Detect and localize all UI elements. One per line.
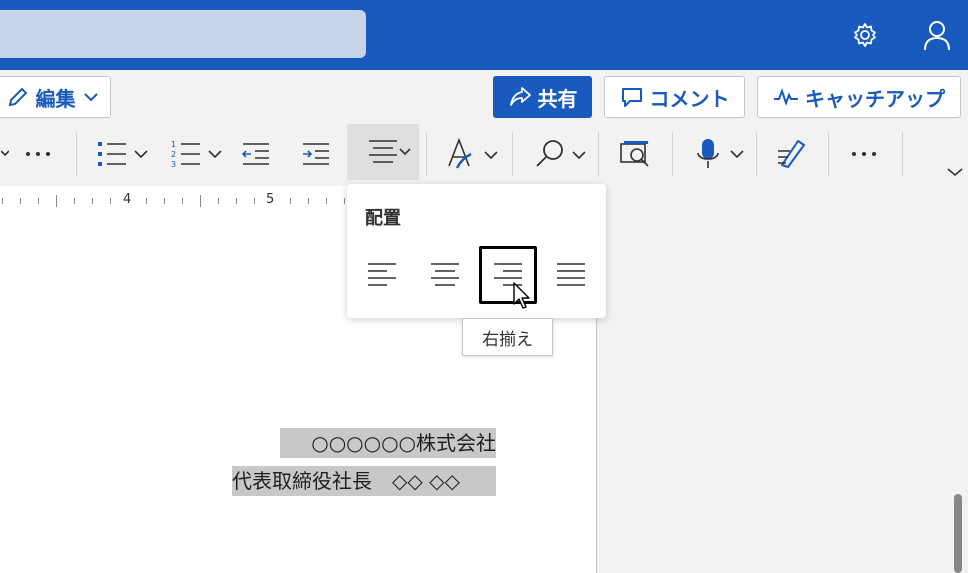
share-button[interactable]: 共有	[493, 76, 592, 118]
bullet-list-icon[interactable]	[90, 132, 152, 176]
align-left-icon	[368, 263, 396, 286]
justify-button[interactable]	[542, 246, 600, 304]
designer-icon[interactable]	[770, 132, 814, 176]
divider	[756, 132, 757, 176]
title-bar	[0, 0, 968, 70]
svg-text:3: 3	[171, 160, 176, 169]
chevron-down-icon	[83, 93, 98, 102]
comment-button[interactable]: コメント	[604, 76, 745, 118]
tooltip: 右揃え	[462, 318, 553, 356]
more-icon[interactable]	[18, 136, 58, 172]
popup-title: 配置	[365, 208, 401, 229]
align-left-button[interactable]	[353, 246, 411, 304]
divider	[512, 132, 513, 176]
comment-icon	[621, 88, 642, 107]
dictate-icon[interactable]	[688, 132, 746, 176]
share-icon	[509, 87, 531, 106]
ribbon: 1 2 3	[0, 124, 968, 182]
ruler-mark: 4	[123, 192, 132, 207]
divider	[76, 132, 77, 176]
share-label: 共有	[537, 86, 578, 111]
editor-icon[interactable]	[612, 132, 658, 176]
cursor-icon	[513, 282, 533, 314]
more-icon[interactable]	[844, 136, 884, 172]
document-line[interactable]: 代表取締役社長 ◇◇ ◇◇	[232, 466, 496, 496]
pencil-icon	[8, 87, 27, 107]
person-icon[interactable]	[918, 16, 956, 54]
align-popup: 配置	[347, 184, 606, 318]
align-center-icon	[431, 263, 459, 286]
divider	[902, 132, 903, 176]
activity-icon	[774, 88, 798, 106]
gear-icon[interactable]	[846, 16, 884, 54]
find-icon[interactable]	[530, 132, 590, 176]
catchup-button[interactable]: キャッチアップ	[757, 76, 961, 118]
svg-text:1: 1	[171, 140, 176, 149]
vertical-scrollbar[interactable]	[954, 494, 962, 573]
chevron-down-icon[interactable]	[944, 162, 966, 182]
chevron-down-icon[interactable]	[0, 136, 10, 172]
comment-label: コメント	[649, 86, 730, 111]
divider	[672, 132, 673, 176]
catchup-label: キャッチアップ	[805, 86, 945, 111]
align-icon[interactable]	[347, 124, 419, 180]
ruler-mark: 5	[266, 192, 275, 207]
justify-icon	[557, 263, 585, 286]
divider	[598, 132, 599, 176]
numbered-list-icon[interactable]: 1 2 3	[164, 132, 226, 176]
document-line[interactable]: ○○○○○○株式会社	[280, 428, 496, 458]
increase-indent-icon[interactable]	[296, 132, 336, 176]
decrease-indent-icon[interactable]	[236, 132, 276, 176]
divider	[426, 132, 427, 176]
align-center-button[interactable]	[416, 246, 474, 304]
divider	[828, 132, 829, 176]
svg-text:2: 2	[171, 150, 176, 159]
edit-mode-label: 編集	[35, 86, 76, 111]
styles-icon[interactable]	[444, 132, 502, 176]
edit-mode-button[interactable]: 編集	[0, 76, 111, 118]
search-input[interactable]	[0, 10, 366, 58]
